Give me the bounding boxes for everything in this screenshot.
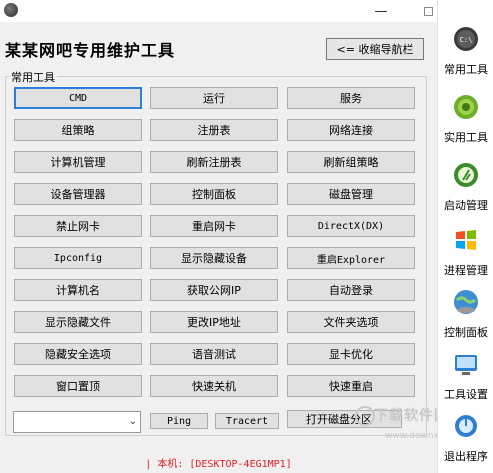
- tool-button[interactable]: 语音测试: [150, 343, 278, 365]
- tool-button[interactable]: Ipconfig: [14, 247, 142, 269]
- tool-button[interactable]: 服务: [287, 87, 415, 109]
- sidebar-item-utility-tools[interactable]: 实用工具: [438, 93, 493, 151]
- sidebar-item-label: 退出程序: [444, 450, 488, 463]
- sidebar-item-label: 工具设置: [444, 388, 488, 401]
- chevron-down-icon[interactable]: ⌄: [129, 416, 137, 427]
- gear-icon: [454, 95, 478, 119]
- sidebar: C:\ 常用工具 实用工具 启动管理 进程管理 控制面板 工具设置 退出程序: [437, 0, 493, 473]
- sidebar-item-label: 实用工具: [444, 131, 488, 144]
- app-title: 某某网吧专用维护工具: [5, 41, 176, 60]
- tool-button[interactable]: 网络连接: [287, 119, 415, 141]
- tool-button[interactable]: 自动登录: [287, 279, 415, 301]
- sidebar-item-label: 进程管理: [444, 264, 488, 277]
- tool-button[interactable]: 磁盘管理: [287, 183, 415, 205]
- maximize-icon: [423, 6, 433, 16]
- tool-button[interactable]: 获取公网IP: [150, 279, 278, 301]
- tool-button[interactable]: 计算机管理: [14, 151, 142, 173]
- tool-button[interactable]: 组策略: [14, 119, 142, 141]
- tool-button[interactable]: 注册表: [150, 119, 278, 141]
- host-combobox[interactable]: ⌄: [13, 411, 141, 433]
- tool-button[interactable]: 快速关机: [150, 375, 278, 397]
- tool-button[interactable]: 显示隐藏设备: [150, 247, 278, 269]
- title-bar: —: [0, 0, 437, 22]
- sidebar-item-startup[interactable]: 启动管理: [438, 161, 493, 219]
- cmd-icon: C:\: [454, 27, 478, 51]
- tool-button[interactable]: CMD: [14, 87, 142, 109]
- tool-button[interactable]: DirectX(DX): [287, 215, 415, 237]
- tool-button[interactable]: 重启Explorer: [287, 247, 415, 269]
- tool-button[interactable]: 窗口置顶: [14, 375, 142, 397]
- tool-button[interactable]: 设备管理器: [14, 183, 142, 205]
- sidebar-item-tool-settings[interactable]: 工具设置: [438, 350, 493, 408]
- tool-button[interactable]: 显卡优化: [287, 343, 415, 365]
- windows-icon: [456, 230, 476, 250]
- tool-button[interactable]: 显示隐藏文件: [14, 311, 142, 333]
- app-icon: [4, 3, 18, 17]
- tool-button[interactable]: 刷新注册表: [150, 151, 278, 173]
- sidebar-item-control-panel[interactable]: 控制面板: [438, 288, 493, 346]
- tool-button[interactable]: 控制面板: [150, 183, 278, 205]
- tool-button[interactable]: 隐藏安全选项: [14, 343, 142, 365]
- tool-button[interactable]: 文件夹选项: [287, 311, 415, 333]
- tools-group-label: 常用工具: [9, 69, 57, 85]
- startup-icon: [454, 163, 478, 187]
- open-disk-partition-button[interactable]: 打开磁盘分区: [287, 410, 402, 428]
- exit-icon: [455, 415, 477, 437]
- tool-button[interactable]: 计算机名: [14, 279, 142, 301]
- settings-icon: [455, 355, 477, 375]
- sidebar-item-common-tools[interactable]: C:\ 常用工具: [438, 25, 493, 83]
- ping-button[interactable]: Ping: [150, 413, 208, 429]
- sidebar-item-process[interactable]: 进程管理: [438, 226, 493, 284]
- globe-icon: [454, 290, 478, 314]
- tool-button[interactable]: 运行: [150, 87, 278, 109]
- sidebar-item-label: 常用工具: [444, 63, 488, 76]
- minimize-button[interactable]: —: [366, 0, 396, 22]
- svg-text:C:\: C:\: [460, 36, 473, 44]
- tool-button[interactable]: 更改IP地址: [150, 311, 278, 333]
- sidebar-item-exit[interactable]: 退出程序: [438, 412, 493, 470]
- tool-button[interactable]: 快速重启: [287, 375, 415, 397]
- machine-name-status: | 本机: [DESKTOP-4EG1MP1]: [145, 458, 292, 470]
- sidebar-item-label: 启动管理: [444, 199, 488, 212]
- status-bar: | 本机: [DESKTOP-4EG1MP1]: [0, 451, 437, 473]
- tool-button[interactable]: 禁止网卡: [14, 215, 142, 237]
- collapse-nav-button[interactable]: <= 收缩导航栏: [326, 38, 424, 60]
- tool-button[interactable]: 刷新组策略: [287, 151, 415, 173]
- tracert-button[interactable]: Tracert: [215, 413, 279, 429]
- tool-button[interactable]: 重启网卡: [150, 215, 278, 237]
- sidebar-item-label: 控制面板: [444, 326, 488, 339]
